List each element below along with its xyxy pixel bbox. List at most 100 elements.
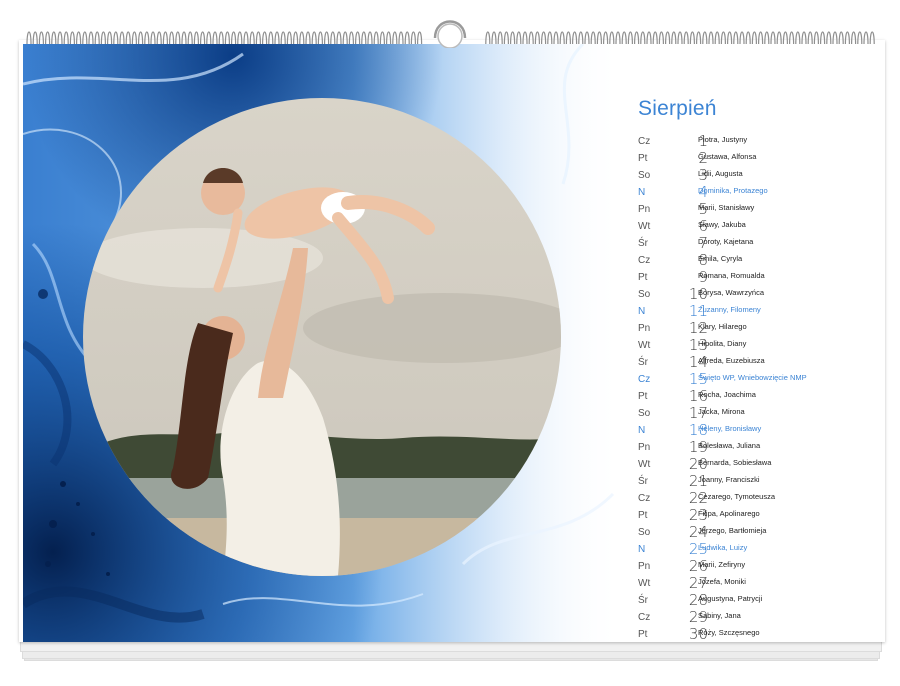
wire-loop <box>367 31 373 45</box>
day-row: Pn 26 Marii, Zefiryny <box>638 557 885 575</box>
wire-loop <box>776 31 782 45</box>
day-of-week: Cz <box>638 612 651 623</box>
day-of-week: Śr <box>638 595 648 606</box>
wire-loop <box>57 31 63 45</box>
day-row: N 4 Dominika, Protazego <box>638 183 885 201</box>
wire-loop <box>578 31 584 45</box>
day-row: N 25 Ludwika, Luizy <box>638 540 885 558</box>
name-day: Róży, Szczęsnego <box>698 628 760 637</box>
day-of-week: So <box>638 408 651 419</box>
wire-loop <box>584 31 590 45</box>
day-row: Cz 15 Święto WP, Wniebowzięcie NMP <box>638 370 885 388</box>
wire-loop <box>807 31 813 45</box>
day-of-week: Pn <box>638 204 651 215</box>
wire-loop <box>119 31 125 45</box>
wire-loop <box>286 31 292 45</box>
wire-loop <box>522 31 528 45</box>
wire-loop <box>404 31 410 45</box>
wire-loop <box>627 31 633 45</box>
name-day: Józefa, Moniki <box>698 577 746 586</box>
day-row: Pn 12 Klary, Hilarego <box>638 319 885 337</box>
wire-loop <box>838 31 844 45</box>
calendar-page: Sierpień Cz 1 Piotra, Justyny Pt 2 Gustawa, A… <box>19 40 885 642</box>
name-day: Dominika, Protazego <box>698 186 768 195</box>
wire-loop <box>262 31 268 45</box>
wire-loop <box>708 31 714 45</box>
wire-loop <box>417 31 423 45</box>
day-of-week: Śr <box>638 357 648 368</box>
mother-and-baby-photo <box>83 98 561 576</box>
wire-loop <box>113 31 119 45</box>
day-of-week: Pt <box>638 153 648 164</box>
day-row: Cz 8 Emila, Cyryla <box>638 251 885 269</box>
name-day: Alfreda, Euzebiusza <box>698 356 765 365</box>
wire-loop <box>658 31 664 45</box>
wire-loop <box>162 31 168 45</box>
day-row: Wt 6 Sławy, Jakuba <box>638 217 885 235</box>
name-day: Gustawa, Alfonsa <box>698 152 757 161</box>
wire-loop <box>268 31 274 45</box>
wire-loop <box>330 31 336 45</box>
day-of-week: Śr <box>638 238 648 249</box>
hanger-hook <box>433 20 467 48</box>
day-row: Cz 22 Cezarego, Tymoteusza <box>638 489 885 507</box>
wire-loop <box>851 31 857 45</box>
day-of-week: N <box>638 425 646 436</box>
wire-loop <box>813 31 819 45</box>
name-day: Zuzanny, Filomeny <box>698 305 761 314</box>
day-row: Pn 19 Bolesława, Juliana <box>638 438 885 456</box>
wire-loop <box>696 31 702 45</box>
wire-loop <box>683 31 689 45</box>
day-row: Pn 5 Marii, Stanisławy <box>638 200 885 218</box>
wire-loop <box>510 31 516 45</box>
name-day: Bolesława, Juliana <box>698 441 761 450</box>
wire-loop <box>237 31 243 45</box>
wire-loop <box>832 31 838 45</box>
day-of-week: So <box>638 527 651 538</box>
wire-loop <box>355 31 361 45</box>
day-row: Cz 1 Piotra, Justyny <box>638 132 885 150</box>
wire-loop <box>38 31 44 45</box>
day-of-week: Pn <box>638 561 651 572</box>
wire-loop <box>324 31 330 45</box>
name-day: Borysa, Wawrzyńca <box>698 288 764 297</box>
wire-loop <box>795 31 801 45</box>
wire-loop <box>82 31 88 45</box>
day-of-week: Pn <box>638 323 651 334</box>
wire-loop <box>485 31 491 45</box>
wire-loop <box>596 31 602 45</box>
wire-loop <box>491 31 497 45</box>
wire-loop <box>249 31 255 45</box>
wire-loop <box>534 31 540 45</box>
day-row: Pt 2 Gustawa, Alfonsa <box>638 149 885 167</box>
wire-loop <box>565 31 571 45</box>
day-row: So 10 Borysa, Wawrzyńca <box>638 285 885 303</box>
wire-loop <box>615 31 621 45</box>
day-row: Śr 7 Doroty, Kajetana <box>638 234 885 252</box>
wire-loop <box>392 31 398 45</box>
day-row: Wt 20 Bernarda, Sobiesława <box>638 455 885 473</box>
wire-loop <box>665 31 671 45</box>
wire-loop <box>138 31 144 45</box>
name-day: Sławy, Jakuba <box>698 220 746 229</box>
day-row: Wt 27 Józefa, Moniki <box>638 574 885 592</box>
wire-loop <box>720 31 726 45</box>
wire-loop <box>94 31 100 45</box>
wire-loop <box>373 31 379 45</box>
day-of-week: Wt <box>638 221 651 232</box>
name-day: Piotra, Justyny <box>698 135 748 144</box>
day-of-week: Wt <box>638 459 651 470</box>
name-day: Jacka, Mirona <box>698 407 745 416</box>
day-row: Śr 21 Joanny, Franciszki <box>638 472 885 490</box>
name-day: Klary, Hilarego <box>698 322 747 331</box>
day-of-week: Pt <box>638 510 648 521</box>
name-day: Rocha, Joachima <box>698 390 756 399</box>
circular-photo <box>83 98 561 576</box>
day-of-week: Pt <box>638 272 648 283</box>
day-row: Śr 28 Augustyna, Patrycji <box>638 591 885 609</box>
name-day: Lidii, Augusta <box>698 169 743 178</box>
wire-loop <box>646 31 652 45</box>
wire-loop <box>336 31 342 45</box>
day-row: Pt 9 Romana, Romualda <box>638 268 885 286</box>
day-row: Pt 30 Róży, Szczęsnego <box>638 625 885 642</box>
